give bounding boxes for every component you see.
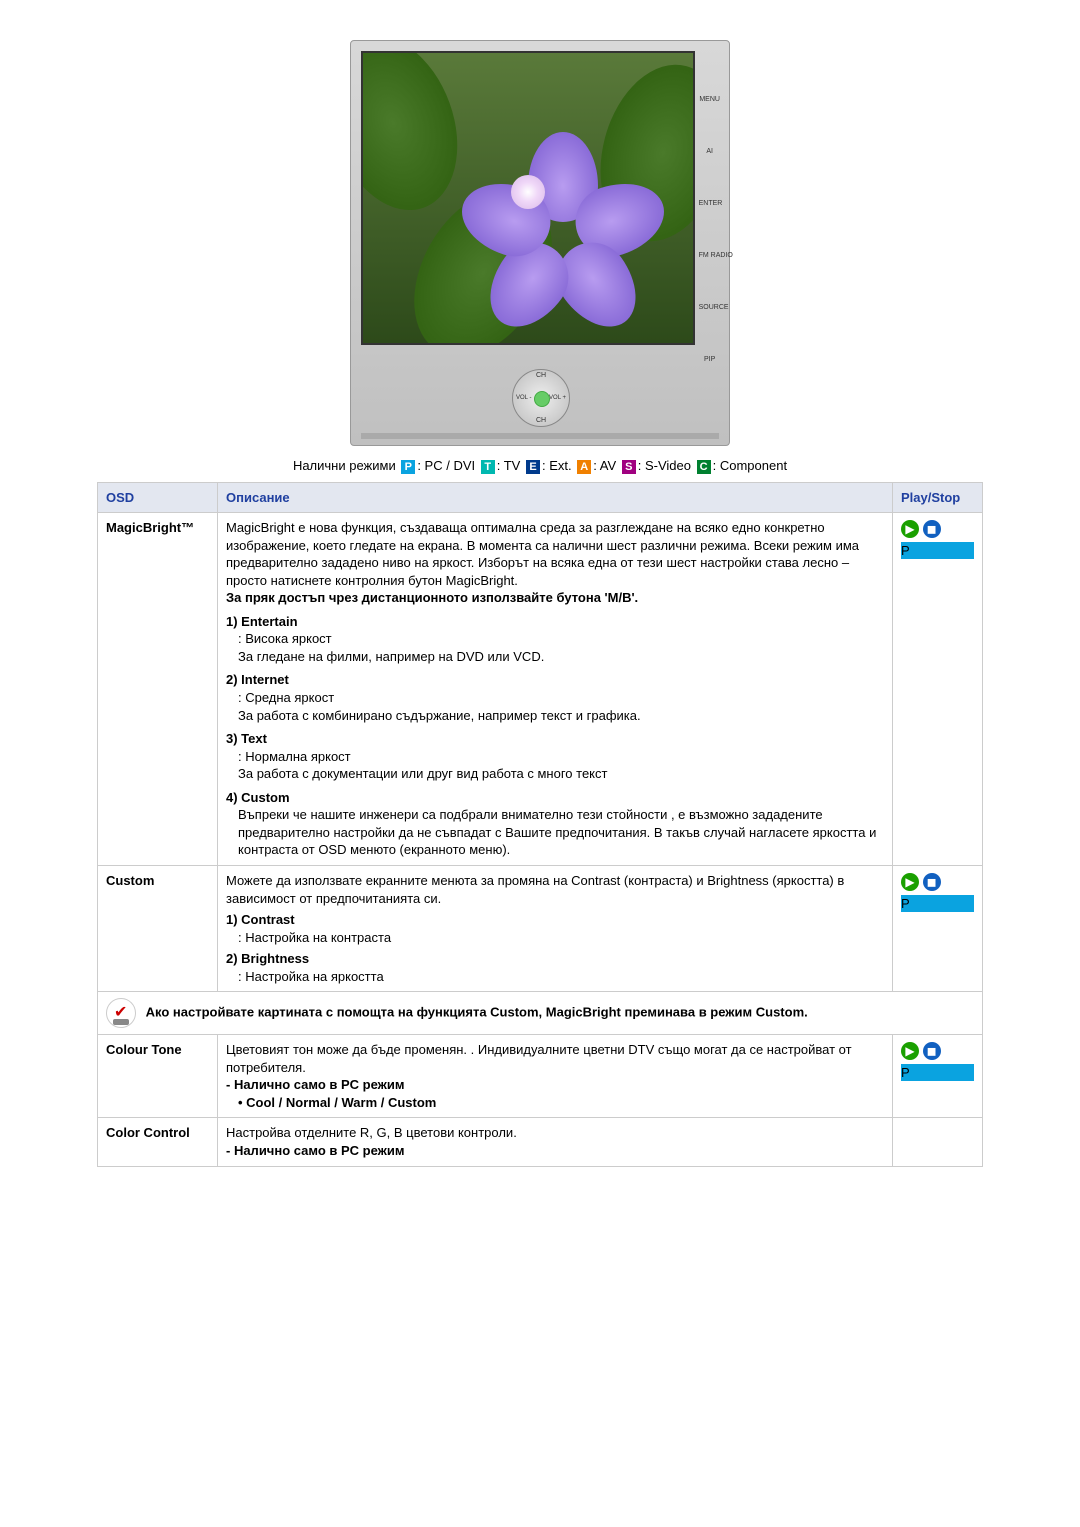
chip-p: P xyxy=(401,460,415,474)
row-colorcontrol: Color Control Настройва отделните R, G, … xyxy=(98,1118,983,1166)
chip-a: A xyxy=(577,460,591,474)
cell-osd: MagicBright™ xyxy=(98,513,218,866)
available-modes-line: Налични режими P: PC / DVI T: TV E: Ext.… xyxy=(97,458,983,474)
mode-chip-p: P xyxy=(901,895,974,913)
tv-screen xyxy=(361,51,695,345)
chip-e: E xyxy=(526,460,540,474)
modes-prefix: Налични режими xyxy=(293,458,396,473)
note-icon: ✔ xyxy=(106,998,136,1028)
chip-c: C xyxy=(697,460,711,474)
row-magicbright: MagicBright™ MagicBright е нова функция,… xyxy=(98,513,983,866)
cell-note: ✔ Ако настройвате картината с помощта на… xyxy=(98,992,983,1035)
tv-mockup: MENU AI ENTER FM RADIO SOURCE PIP CH CH … xyxy=(97,40,983,446)
osd-table: OSD Описание Play/Stop MagicBright™ Magi… xyxy=(97,482,983,1167)
stop-icon[interactable]: ◼ xyxy=(923,1042,941,1060)
cell-play: ▶ ◼ P xyxy=(893,1035,983,1118)
play-icon[interactable]: ▶ xyxy=(901,1042,919,1060)
play-icon[interactable]: ▶ xyxy=(901,873,919,891)
mode-chip-p: P xyxy=(901,1064,974,1082)
cell-desc: Можете да използвате екранните менюта за… xyxy=(218,865,893,991)
th-play: Play/Stop xyxy=(893,482,983,513)
cell-osd: Custom xyxy=(98,865,218,991)
cell-osd: Colour Tone xyxy=(98,1035,218,1118)
play-icon[interactable]: ▶ xyxy=(901,520,919,538)
chip-s: S xyxy=(622,460,636,474)
stop-icon[interactable]: ◼ xyxy=(923,520,941,538)
cell-osd: Color Control xyxy=(98,1118,218,1166)
tv-side-buttons: MENU AI ENTER FM RADIO SOURCE PIP xyxy=(699,51,721,363)
row-note: ✔ Ако настройвате картината с помощта на… xyxy=(98,992,983,1035)
cell-play xyxy=(893,1118,983,1166)
row-colourtone: Colour Tone Цветовият тон може да бъде п… xyxy=(98,1035,983,1118)
chip-t: T xyxy=(481,460,495,474)
row-custom: Custom Можете да използвате екранните ме… xyxy=(98,865,983,991)
th-desc: Описание xyxy=(218,482,893,513)
mode-chip-p: P xyxy=(901,542,974,560)
tv-controls: CH CH VOL - VOL + xyxy=(361,363,719,433)
cell-play: ▶ ◼ P xyxy=(893,513,983,866)
cell-desc: Настройва отделните R, G, B цветови конт… xyxy=(218,1118,893,1166)
cell-play: ▶ ◼ P xyxy=(893,865,983,991)
stop-icon[interactable]: ◼ xyxy=(923,873,941,891)
cell-desc: Цветовият тон може да бъде променян. . И… xyxy=(218,1035,893,1118)
cell-desc: MagicBright е нова функция, създаваща оп… xyxy=(218,513,893,866)
th-osd: OSD xyxy=(98,482,218,513)
